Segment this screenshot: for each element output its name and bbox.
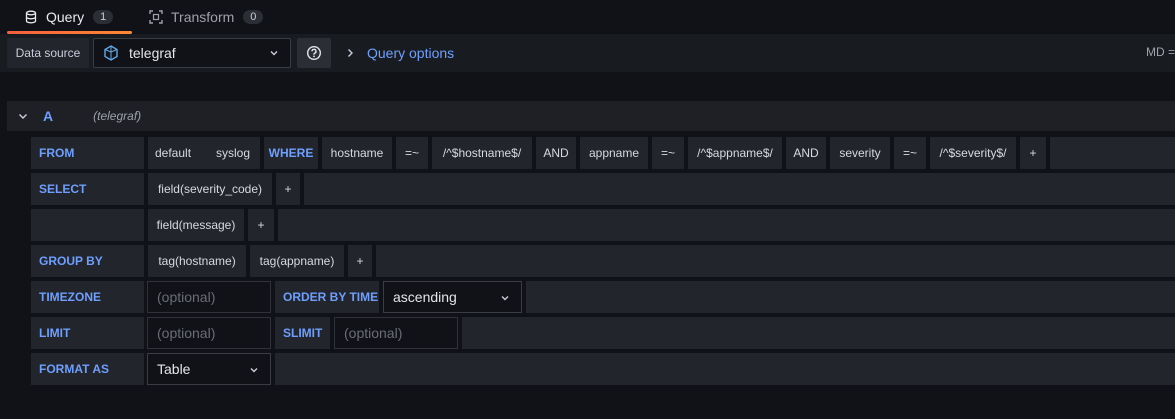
question-circle-icon <box>306 45 322 61</box>
query-toolbar: Data source telegraf Query options MD = <box>0 34 1175 72</box>
slimit-keyword: SLIMIT <box>275 317 330 349</box>
chevron-right-icon <box>345 48 355 58</box>
query-datasource-name: (telegraf) <box>93 109 142 123</box>
where-operator-segment[interactable]: =~ <box>652 137 684 169</box>
tab-query[interactable]: Query 1 <box>24 0 114 33</box>
where-value-segment[interactable]: /^$severity$/ <box>930 137 1016 169</box>
query-options-label: Query options <box>367 45 455 61</box>
order-by-time-keyword: ORDER BY TIME <box>275 281 379 313</box>
where-keyword: WHERE <box>264 137 318 169</box>
row-filler <box>278 209 1175 241</box>
where-value-segment[interactable]: /^$appname$/ <box>688 137 782 169</box>
row-filler <box>462 317 1175 349</box>
datasource-picker[interactable]: telegraf <box>93 38 291 68</box>
format-as-value: Table <box>157 361 191 377</box>
select-keyword-empty <box>31 209 144 241</box>
tab-query-count: 1 <box>93 9 114 24</box>
group-by-row: GROUP BY tag(hostname) tag(appname) + <box>31 245 1175 277</box>
chevron-down-icon <box>248 364 260 376</box>
select-field-segment[interactable]: field(severity_code) <box>148 173 272 205</box>
limit-input[interactable]: (optional) <box>147 317 271 349</box>
select-row: SELECT field(severity_code) + <box>31 173 1175 205</box>
format-as-keyword: FORMAT AS <box>31 353 144 385</box>
order-by-time-value: ascending <box>393 289 457 305</box>
select-field-segment[interactable]: field(message) <box>148 209 244 241</box>
editor-tabs: Query 1 Transform 0 <box>0 0 1175 34</box>
where-condition-segment[interactable]: AND <box>786 137 826 169</box>
where-tag-segment[interactable]: appname <box>580 137 648 169</box>
datasource-name: telegraf <box>129 45 176 61</box>
where-condition-segment[interactable]: AND <box>536 137 576 169</box>
datasource-help-button[interactable] <box>297 38 331 68</box>
row-filler <box>275 353 1175 385</box>
group-by-tag-segment[interactable]: tag(hostname) <box>148 245 246 277</box>
limit-keyword: LIMIT <box>31 317 144 349</box>
limit-row: LIMIT (optional) SLIMIT (optional) <box>31 317 1175 349</box>
where-operator-segment[interactable]: =~ <box>894 137 926 169</box>
timezone-keyword: TIMEZONE <box>31 281 144 313</box>
slimit-input[interactable]: (optional) <box>334 317 458 349</box>
row-filler <box>526 281 1175 313</box>
query-options-summary: MD = <box>1145 45 1175 59</box>
where-value-segment[interactable]: /^$hostname$/ <box>432 137 532 169</box>
query-options-toggle[interactable]: Query options <box>337 38 1137 68</box>
where-operator-segment[interactable]: =~ <box>396 137 428 169</box>
select-row: field(message) + <box>31 209 1175 241</box>
tab-query-label: Query <box>46 8 85 25</box>
database-icon <box>24 10 38 24</box>
add-select-button[interactable]: + <box>276 173 300 205</box>
measurement-segment[interactable]: syslog <box>206 137 260 169</box>
from-keyword: FROM <box>31 137 144 169</box>
timezone-row: TIMEZONE (optional) ORDER BY TIME ascend… <box>31 281 1175 313</box>
datasource-label: Data source <box>7 38 89 68</box>
group-by-keyword: GROUP BY <box>31 245 144 277</box>
format-as-row: FORMAT AS Table <box>31 353 1175 385</box>
group-by-tag-segment[interactable]: tag(appname) <box>250 245 344 277</box>
from-row: FROM default syslog WHERE hostname =~ /^… <box>31 137 1175 169</box>
influxdb-logo-icon <box>103 45 119 61</box>
format-as-select[interactable]: Table <box>147 353 271 385</box>
query-ref-id[interactable]: A <box>43 108 53 124</box>
chevron-down-icon[interactable] <box>18 111 28 121</box>
tab-transform-count: 0 <box>243 9 264 24</box>
tab-transform-label: Transform <box>171 8 235 25</box>
where-tag-segment[interactable]: hostname <box>322 137 392 169</box>
add-where-button[interactable]: + <box>1020 137 1046 169</box>
order-by-time-select[interactable]: ascending <box>383 281 522 313</box>
add-select-button[interactable]: + <box>248 209 274 241</box>
where-tag-segment[interactable]: severity <box>830 137 890 169</box>
row-filler <box>1050 137 1175 169</box>
add-group-by-button[interactable]: + <box>348 245 372 277</box>
select-keyword: SELECT <box>31 173 144 205</box>
tab-transform[interactable]: Transform 0 <box>149 0 264 33</box>
timezone-input[interactable]: (optional) <box>147 281 271 313</box>
query-row-header[interactable]: A (telegraf) <box>7 101 1175 131</box>
transform-icon <box>149 9 163 24</box>
row-filler <box>376 245 1175 277</box>
chevron-down-icon <box>268 47 280 59</box>
row-filler <box>304 173 1175 205</box>
chevron-down-icon <box>499 292 511 304</box>
